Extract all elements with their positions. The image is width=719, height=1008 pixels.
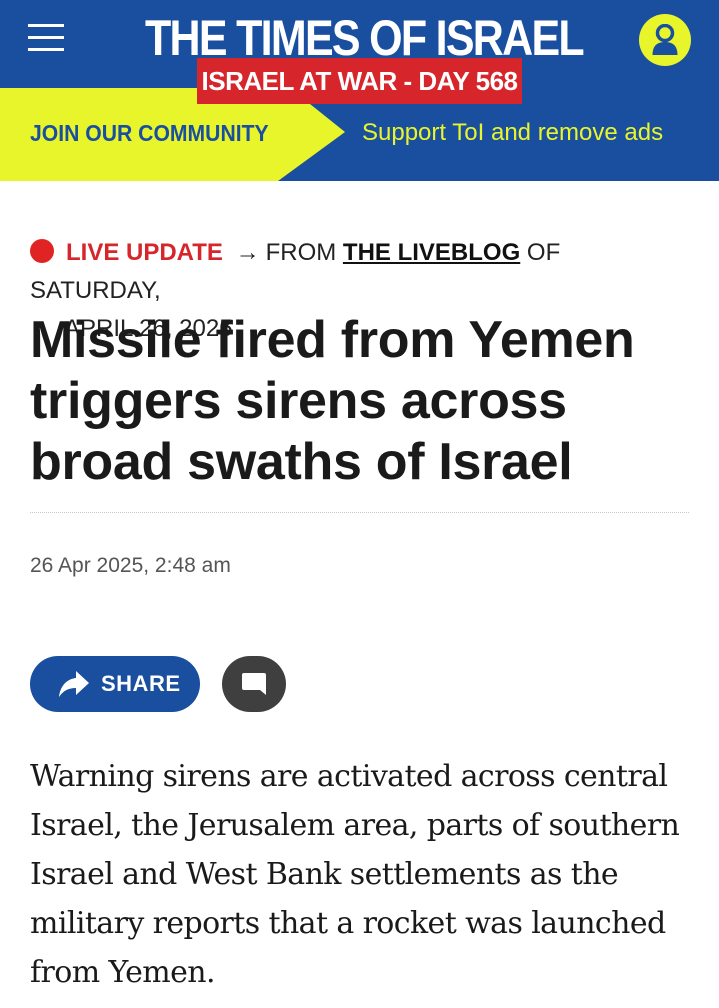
article-headline: Missile fired from Yemen triggers sirens… [30, 311, 635, 491]
from-text: FROM [265, 239, 337, 266]
join-community-label: JOIN OUR COMMUNITY [30, 120, 269, 146]
live-update-label: LIVE UPDATE [66, 239, 223, 266]
comment-button[interactable] [222, 656, 286, 712]
menu-line [28, 48, 64, 51]
headline-divider [30, 512, 689, 513]
share-button[interactable]: SHARE [30, 656, 200, 712]
liveblog-link[interactable]: THE LIVEBLOG [343, 239, 520, 266]
user-silhouette-icon [652, 24, 678, 55]
user-account-icon[interactable] [639, 14, 691, 66]
menu-line [28, 24, 64, 27]
hamburger-menu-icon[interactable] [28, 22, 64, 52]
share-arrow-icon [59, 671, 89, 697]
article-body: Warning sirens are activated across cent… [30, 759, 680, 990]
war-day-badge[interactable]: ISRAEL AT WAR - DAY 568 [197, 58, 522, 104]
share-label: SHARE [101, 671, 181, 696]
menu-line [28, 36, 64, 39]
arrow-right-icon: → [235, 239, 260, 266]
support-toi-link[interactable]: Support ToI and remove ads [362, 118, 663, 148]
article-timestamp: 26 Apr 2025, 2:48 am [30, 554, 231, 577]
live-indicator-dot [30, 239, 54, 263]
comment-bubble-icon [242, 673, 266, 695]
